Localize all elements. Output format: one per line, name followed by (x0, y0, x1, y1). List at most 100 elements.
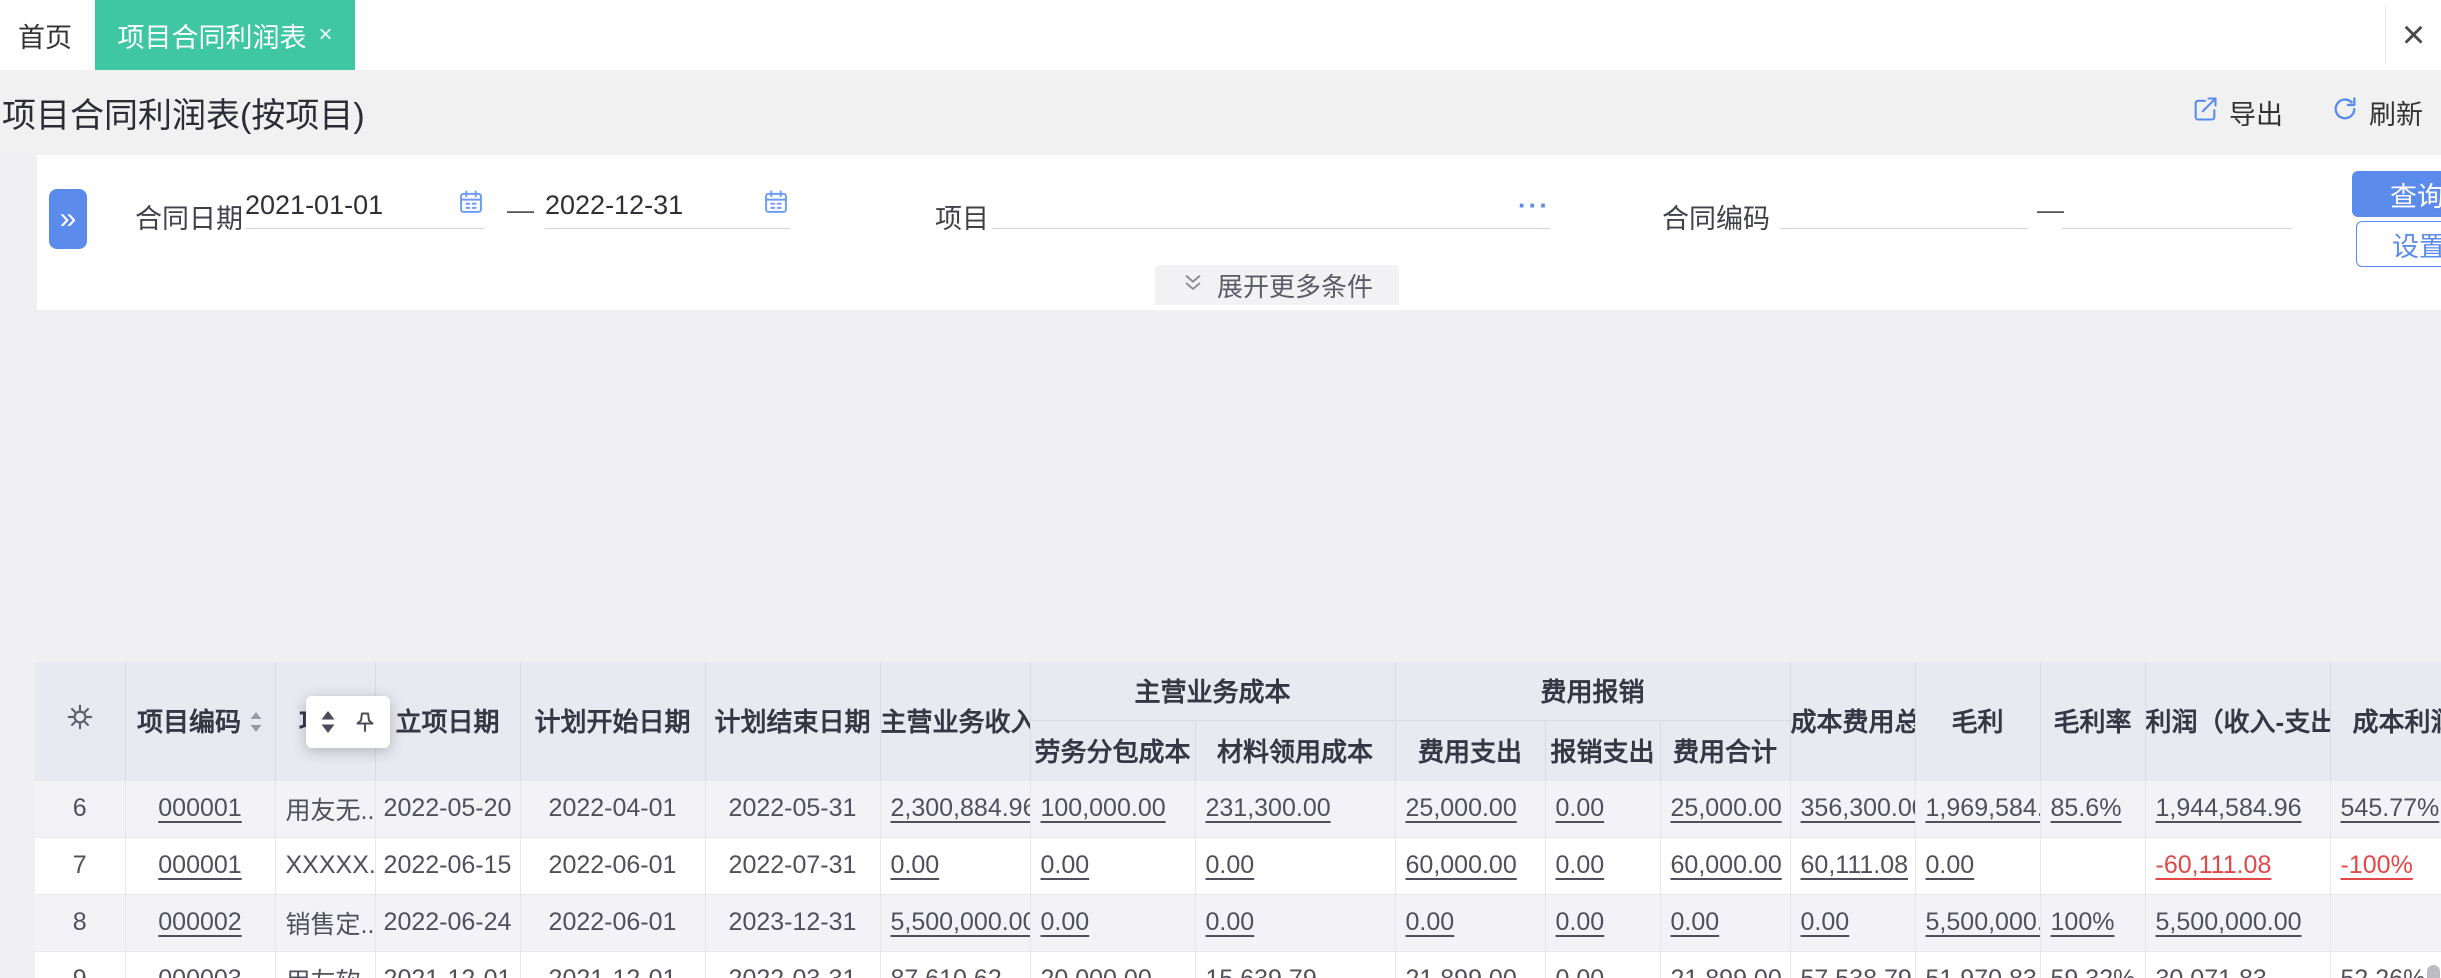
project-code-link[interactable]: 000001 (125, 837, 275, 894)
export-button[interactable]: 导出 (2191, 93, 2283, 132)
column-header-cost-total[interactable]: 成本费用总额 (1790, 662, 1915, 780)
gear-icon[interactable] (66, 707, 94, 737)
window-close-button[interactable]: × (2385, 6, 2441, 64)
plan-start-cell: 2022-06-01 (520, 837, 705, 894)
expand-more-conditions-button[interactable]: 展开更多条件 (1155, 265, 1399, 305)
reimburse-link[interactable]: 0.00 (1545, 837, 1660, 894)
contract-code-label: 合同编码 (1662, 197, 1770, 236)
column-header-profit[interactable]: 利润（收入-支出） (2145, 662, 2330, 780)
labor-cost-link[interactable]: 0.00 (1030, 837, 1195, 894)
expense-link[interactable]: 25,000.00 (1395, 780, 1545, 837)
column-header-gross[interactable]: 毛利 (1915, 662, 2040, 780)
column-header-expense[interactable]: 费用支出 (1395, 720, 1545, 780)
column-header-plan-end[interactable]: 计划结束日期 (705, 662, 880, 780)
reimburse-link[interactable]: 0.00 (1545, 894, 1660, 951)
labor-cost-link[interactable]: 20,000.00 (1030, 951, 1195, 978)
left-gutter (0, 155, 37, 310)
expense-total-link[interactable]: 25,000.00 (1660, 780, 1790, 837)
calendar-icon[interactable] (762, 188, 790, 223)
pin-icon[interactable] (353, 709, 377, 735)
material-cost-link[interactable]: 0.00 (1195, 837, 1395, 894)
tab-close-icon[interactable]: × (318, 21, 332, 49)
sort-icon[interactable] (249, 709, 263, 740)
refresh-icon (2331, 95, 2359, 130)
filter-panel: » 合同日期 2021-01-01 — 2022-12-31 项目 ··· 合同… (37, 155, 2441, 310)
material-cost-link[interactable]: 0.00 (1195, 894, 1395, 951)
reimburse-link[interactable]: 0.00 (1545, 780, 1660, 837)
date-range-dash: — (507, 195, 534, 226)
row-index: 8 (35, 894, 125, 951)
expense-total-link[interactable]: 21,899.00 (1660, 951, 1790, 978)
column-header-project-code[interactable]: 项目编码 (125, 662, 275, 780)
column-header-material-cost[interactable]: 材料领用成本 (1195, 720, 1395, 780)
material-cost-link[interactable]: 15,639.79 (1195, 951, 1395, 978)
material-cost-link[interactable]: 231,300.00 (1195, 780, 1395, 837)
export-label: 导出 (2229, 93, 2283, 132)
contract-code-to-input[interactable] (2062, 183, 2292, 229)
column-header-approval-date[interactable]: 立项日期 (375, 662, 520, 780)
vertical-scrollbar-thumb[interactable] (2427, 965, 2440, 978)
gross-link[interactable]: 51,970.83 (1915, 951, 2040, 978)
approval-date-cell: 2022-05-20 (375, 780, 520, 837)
gross-link[interactable]: 1,969,584.96 (1915, 780, 2040, 837)
export-icon (2191, 95, 2219, 130)
query-button[interactable]: 查询 (2352, 171, 2441, 217)
project-code-link[interactable]: 000003 (125, 951, 275, 978)
settings-button[interactable]: 设置 (2356, 221, 2441, 267)
reimburse-link[interactable]: 0.00 (1545, 951, 1660, 978)
column-header-labor-cost[interactable]: 劳务分包成本 (1030, 720, 1195, 780)
gross-rate-link[interactable]: 59.32% (2040, 951, 2145, 978)
cost-profit-rate-link[interactable]: 52.26% (2330, 951, 2441, 978)
expense-link[interactable]: 60,000.00 (1395, 837, 1545, 894)
row-index: 6 (35, 780, 125, 837)
contract-code-from-input[interactable] (1780, 183, 2028, 229)
project-code-link[interactable]: 000001 (125, 780, 275, 837)
project-input[interactable]: ··· (992, 183, 1550, 229)
contract-date-to-input[interactable]: 2022-12-31 (545, 183, 790, 229)
ellipsis-picker-icon[interactable]: ··· (1518, 190, 1550, 221)
cost-total-link[interactable]: 0.00 (1790, 894, 1915, 951)
tab-home[interactable]: 首页 (0, 0, 90, 70)
contract-date-from-input[interactable]: 2021-01-01 (245, 183, 485, 229)
column-settings-header[interactable] (35, 662, 125, 780)
revenue-link[interactable]: 87,610.62 (880, 951, 1030, 978)
labor-cost-link[interactable]: 0.00 (1030, 894, 1195, 951)
gross-link[interactable]: 0.00 (1915, 837, 2040, 894)
tab-active-project-profit[interactable]: 项目合同利润表 × (95, 0, 355, 70)
column-header-expense-total[interactable]: 费用合计 (1660, 720, 1790, 780)
cost-profit-rate-link[interactable]: 545.77% (2330, 780, 2441, 837)
plan-end-cell: 2022-07-31 (705, 837, 880, 894)
revenue-link[interactable]: 2,300,884.96 (880, 780, 1030, 837)
expense-total-link[interactable]: 60,000.00 (1660, 837, 1790, 894)
cost-total-link[interactable]: 356,300.00 (1790, 780, 1915, 837)
column-header-revenue[interactable]: 主营业务收入 (880, 662, 1030, 780)
plan-end-cell: 2023-12-31 (705, 894, 880, 951)
sidebar-expand-button[interactable]: » (49, 189, 87, 249)
expense-link[interactable]: 0.00 (1395, 894, 1545, 951)
profit-link[interactable]: -60,111.08 (2145, 837, 2330, 894)
gross-rate-link[interactable]: 85.6% (2040, 780, 2145, 837)
cost-total-link[interactable]: 57,538.79 (1790, 951, 1915, 978)
refresh-button[interactable]: 刷新 (2331, 93, 2423, 132)
revenue-link[interactable]: 5,500,000.00 (880, 894, 1030, 951)
calendar-icon[interactable] (457, 188, 485, 223)
project-name-cell: 销售定... (275, 894, 375, 951)
project-code-link[interactable]: 000002 (125, 894, 275, 951)
project-label: 项目 (935, 197, 989, 236)
column-header-plan-start[interactable]: 计划开始日期 (520, 662, 705, 780)
cost-profit-rate-link[interactable]: -100% (2330, 837, 2441, 894)
column-header-reimburse[interactable]: 报销支出 (1545, 720, 1660, 780)
revenue-link[interactable]: 0.00 (880, 837, 1030, 894)
profit-link[interactable]: 1,944,584.96 (2145, 780, 2330, 837)
expense-total-link[interactable]: 0.00 (1660, 894, 1790, 951)
profit-link[interactable]: 5,500,000.00 (2145, 894, 2330, 951)
cost-total-link[interactable]: 60,111.08 (1790, 837, 1915, 894)
labor-cost-link[interactable]: 100,000.00 (1030, 780, 1195, 837)
gross-rate-link[interactable]: 100% (2040, 894, 2145, 951)
expense-link[interactable]: 21,899.00 (1395, 951, 1545, 978)
column-header-gross-rate[interactable]: 毛利率 (2040, 662, 2145, 780)
sort-icon[interactable] (319, 709, 337, 735)
gross-link[interactable]: 5,500,000.00 (1915, 894, 2040, 951)
column-header-cost-profit-rate[interactable]: 成本利润率 (2330, 662, 2441, 780)
profit-link[interactable]: 30,071.83 (2145, 951, 2330, 978)
